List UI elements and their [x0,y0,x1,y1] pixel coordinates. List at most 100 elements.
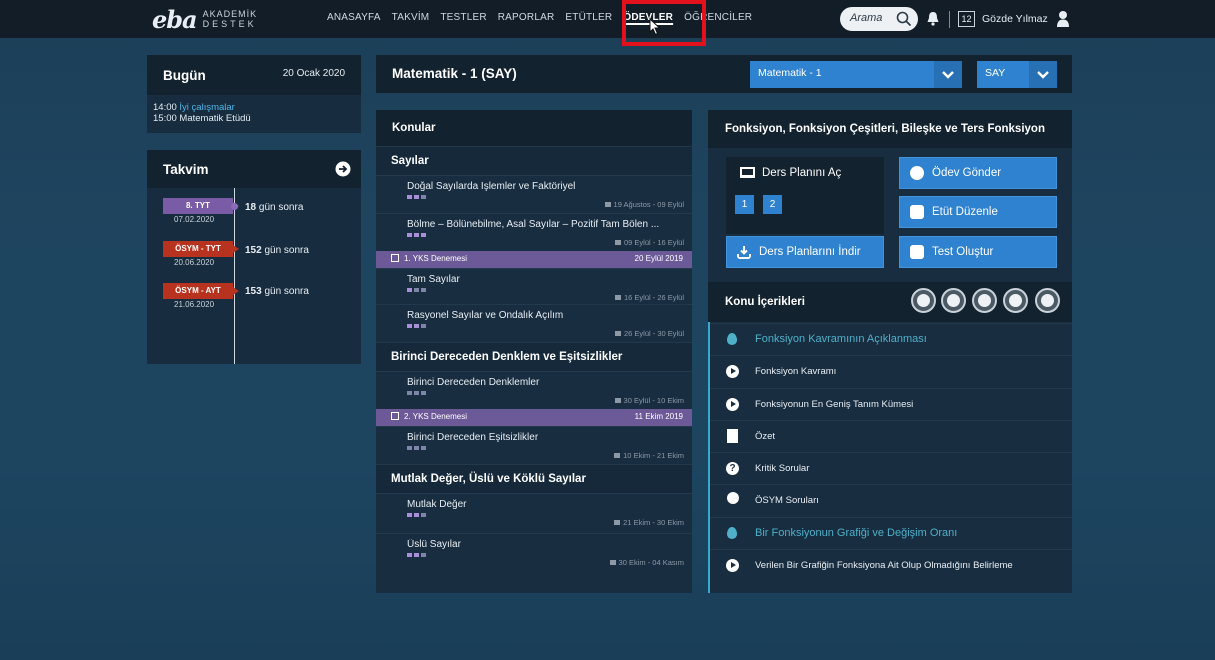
plan-page-1[interactable]: 1 [735,195,754,214]
play-icon[interactable] [911,288,936,313]
exam-tag: ÖSYM - TYT [163,241,239,257]
user-name[interactable]: Gözde Yılmaz [982,13,1048,25]
content-item[interactable]: Verilen Bir Grafiğin Fonksiyona Ait Olup… [710,549,1072,581]
topic-row[interactable]: Birinci Dereceden Eşitsizlikler 10 Ekim … [376,426,692,464]
days-count: 18 [245,202,257,213]
user-icon[interactable] [1056,10,1070,27]
today-title: Bugün [163,68,206,83]
exam-item[interactable]: ÖSYM - AYT 21.06.2020 [163,283,239,309]
content-heading[interactable]: Fonksiyon Kavramının Açıklanması [710,323,1072,355]
event-link[interactable]: İyi çalışmalar [179,102,234,113]
content-label: Verilen Bir Grafiğin Fonksiyona Ait Olup… [755,560,1013,571]
days-left: 18 gün sonra [245,202,303,213]
content-item[interactable]: Fonksiyonun En Geniş Tanım Kümesi [710,388,1072,420]
content-title: Konu İçerikleri [725,296,805,308]
exam-date: 21.06.2020 [174,300,215,309]
content-item[interactable]: ÖSYM Soruları [710,484,1072,516]
arrow-right-circle-icon[interactable] [335,161,351,177]
topic-row[interactable]: Rasyonel Sayılar ve Ondalık Açılım 26 Ey… [376,304,692,342]
today-header: Bugün 20 Ocak 2020 [147,55,361,95]
topic-row[interactable]: Tam Sayılar 16 Eylül - 26 Eylül [376,268,692,304]
calendar-day-badge[interactable]: 12 [958,11,975,27]
topic-section-header[interactable]: Sayılar [376,146,692,175]
content-label: Kritik Sorular [755,463,810,474]
chevron-down-icon[interactable] [934,61,962,88]
topic-row[interactable]: Mutlak Değer 21 Ekim - 30 Ekim [376,493,692,533]
pin-icon [727,527,737,539]
topic-name: Mutlak Değer [407,499,467,510]
send-assignment-label: Ödev Gönder [932,167,1002,179]
medal-icon[interactable] [972,288,997,313]
exam-date: 11 Ekim 2019 [634,412,683,421]
send-icon [910,166,924,180]
content-item[interactable]: Özet [710,420,1072,452]
topic-section-header[interactable]: Mutlak Değer, Üslü ve Köklü Sayılar [376,464,692,493]
course-select[interactable]: Matematik - 1 [750,61,962,88]
progress-square [421,391,426,395]
highlight-box [622,0,706,46]
topic-progress [407,391,426,395]
bell-icon[interactable] [926,11,940,26]
topic-dates: 19 Ağustos - 09 Eylül [605,200,684,209]
nav-takvim[interactable]: TAKVİM [392,12,430,23]
content-label: Bir Fonksiyonun Grafiği ve Değişim Oranı [755,527,958,539]
topic-row[interactable]: Doğal Sayılarda İşlemler ve Faktöriyel 1… [376,175,692,213]
exam-item[interactable]: ÖSYM - TYT 20.06.2020 [163,241,239,267]
content-label: Fonksiyonun En Geniş Tanım Kümesi [755,399,914,410]
search-icon[interactable] [896,11,912,27]
progress-square [421,446,426,450]
exam-item[interactable]: 8. TYT 07.02.2020 [163,198,239,224]
content-heading[interactable]: Bir Fonksiyonun Grafiği ve Değişim Oranı [710,517,1072,549]
medal-icon [727,492,739,504]
exam-name: 2. YKS Denemesi [404,412,467,421]
calendar-header: Takvim [147,150,361,188]
event-item: 14:00 İyi çalışmalar [147,102,361,113]
progress-square [414,324,419,328]
nav-etutler[interactable]: ETÜTLER [565,12,612,23]
track-select[interactable]: SAY [977,61,1057,88]
topic-section-header[interactable]: Birinci Dereceden Denklem ve Eşitsizlikl… [376,342,692,371]
content-label: Fonksiyon Kavramı [755,366,837,377]
exam-row[interactable]: 1. YKS Denemesi 20 Eylül 2019 [376,251,692,268]
grid-icon[interactable] [1035,288,1060,313]
topic-dates: 26 Eylül - 30 Eylül [615,329,684,338]
lesson-plan-label: Ders Planını Aç [762,167,842,179]
progress-square [414,513,419,517]
content-label: ÖSYM Soruları [755,495,819,506]
content-item[interactable]: ? Kritik Sorular [710,452,1072,484]
progress-square [421,233,426,237]
create-test-button[interactable]: Test Oluştur [899,236,1057,268]
chevron-down-icon[interactable] [1029,61,1057,88]
question-icon[interactable] [941,288,966,313]
content-header: Konu İçerikleri [708,282,1072,322]
nav-testler[interactable]: TESTLER [440,12,486,23]
event-time: 14:00 [153,102,177,113]
checkbox-icon [391,254,399,262]
exam-name: 1. YKS Denemesi [404,254,467,263]
progress-square [407,391,412,395]
topic-progress [407,553,426,557]
nav-anasayfa[interactable]: ANASAYFA [327,12,381,23]
content-item[interactable]: Fonksiyon Kavramı [710,355,1072,387]
download-plans-label: Ders Planlarını İndir [759,246,861,258]
topic-row[interactable]: Bölme – Bölünebilme, Asal Sayılar – Pozi… [376,213,692,251]
search-input[interactable]: Arama [840,7,918,31]
days-suffix: gün sonra [258,202,304,213]
arrange-study-button[interactable]: Etüt Düzenle [899,196,1057,228]
eba-logo[interactable]: eba AKADEMİK DESTEK [152,5,258,34]
exam-row[interactable]: 2. YKS Denemesi 11 Ekim 2019 [376,409,692,426]
plan-page-2[interactable]: 2 [763,195,782,214]
topic-name: Bölme – Bölünebilme, Asal Sayılar – Pozi… [407,219,660,230]
topic-dates: 30 Ekim - 04 Kasım [610,558,684,567]
logo-text: AKADEMİK DESTEK [203,9,258,29]
topic-row[interactable]: Birinci Dereceden Denklemler 30 Eylül - … [376,371,692,409]
nav-raporlar[interactable]: RAPORLAR [498,12,555,23]
topic-dates: 10 Ekim - 21 Ekim [614,451,684,460]
open-lesson-plan[interactable]: Ders Planını Aç [740,167,841,179]
topic-row[interactable]: Üslü Sayılar 30 Ekim - 04 Kasım [376,533,692,571]
progress-square [421,288,426,292]
topic-progress [407,288,426,292]
document-icon[interactable] [1003,288,1028,313]
send-assignment-button[interactable]: Ödev Gönder [899,157,1057,189]
download-plans-button[interactable]: Ders Planlarını İndir [726,236,884,268]
